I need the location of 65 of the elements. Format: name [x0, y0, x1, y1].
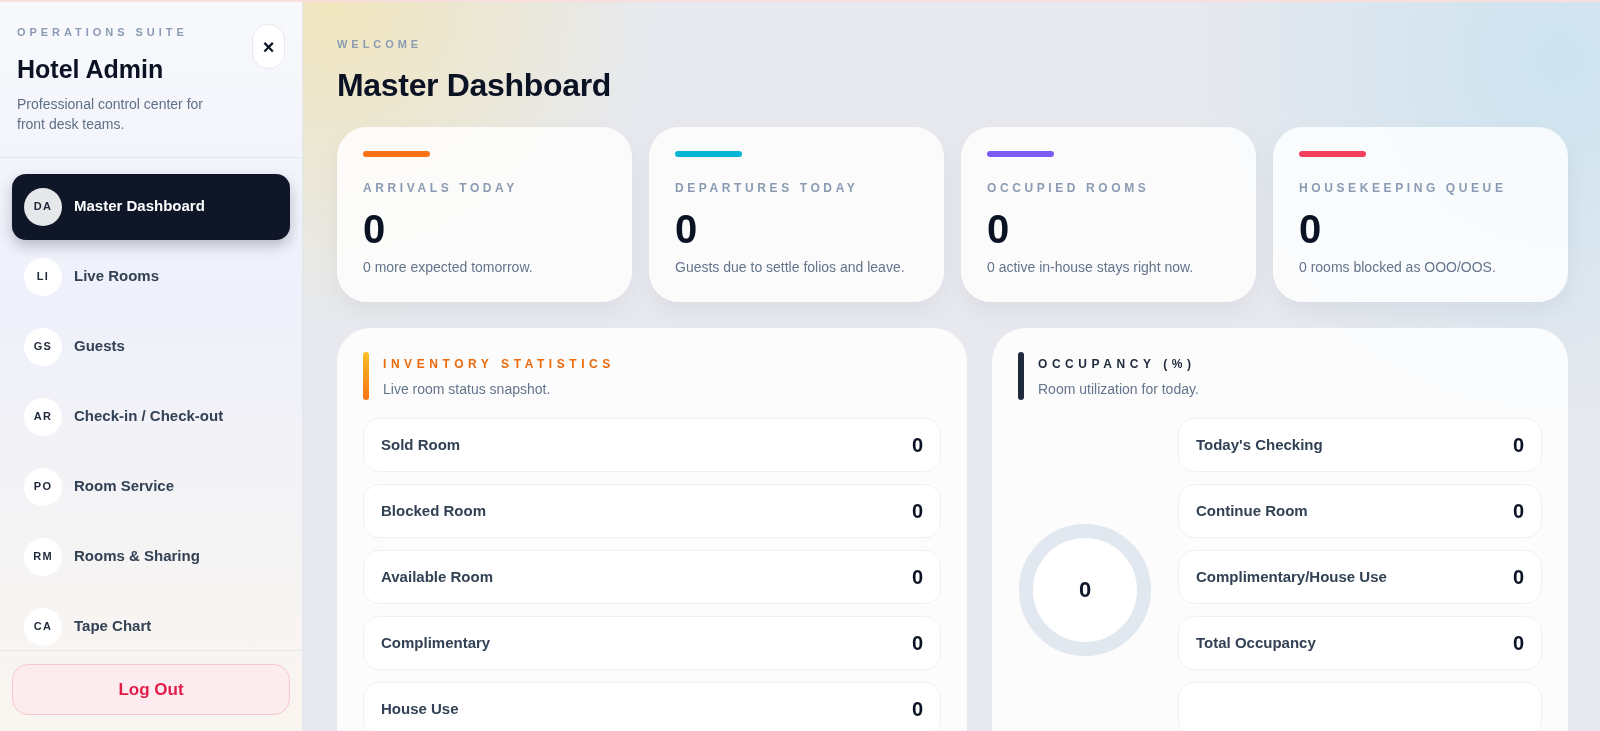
row-label: Continue Room: [1196, 501, 1308, 520]
row-value: 0: [1512, 630, 1524, 655]
row-value: 0: [911, 564, 923, 589]
initials-avatar: DA: [24, 187, 62, 226]
row-label: Blocked Room: [381, 501, 486, 520]
row-value: 0: [1512, 498, 1524, 523]
initials-avatar: AR: [24, 397, 62, 436]
initials-avatar: CA: [24, 607, 62, 646]
row-label: Complimentary: [381, 633, 491, 652]
stat-note: 0 rooms blocked as OOO/OOS.: [1299, 257, 1497, 277]
panel-subtitle: Live room status snapshot.: [383, 379, 552, 399]
initials-avatar: PO: [24, 467, 62, 506]
initials-avatar: GS: [24, 327, 62, 366]
row-value: 0: [1512, 564, 1524, 589]
panel-subtitle: Room utilization for today.: [1038, 379, 1199, 399]
row-label: Sold Room: [381, 435, 461, 454]
stat-value: 0: [987, 206, 1011, 251]
initials-avatar: RM: [24, 537, 62, 576]
nav-label: Check-in / Check-out: [74, 406, 224, 427]
row-label: Available Room: [381, 567, 493, 586]
stat-note: 0 more expected tomorrow.: [363, 257, 534, 277]
brand-title: Hotel Admin: [17, 53, 165, 85]
close-button[interactable]: ×: [252, 24, 285, 69]
row-value: 0: [911, 498, 923, 523]
stat-note: 0 active in-house stays right now.: [987, 257, 1195, 277]
page-title: Master Dashboard: [337, 65, 613, 105]
nav-label: Room Service: [74, 476, 175, 497]
row-label: Total Occupancy: [1196, 633, 1316, 652]
accent-bar: [363, 351, 369, 400]
nav-label: Master Dashboard: [74, 196, 205, 217]
stat-label: ARRIVALS TODAY: [363, 179, 519, 197]
nav-item[interactable]: DA Master Dashboard: [12, 173, 290, 240]
stat-label: OCCUPIED ROOMS: [987, 179, 1151, 197]
nav-label: Rooms & Sharing: [74, 546, 200, 567]
brand-subtitle: Professional control center for front desk teams.: [17, 95, 204, 135]
logout-button[interactable]: Log Out: [12, 664, 290, 715]
nav-label: Live Rooms: [74, 266, 160, 287]
stat-value: 0: [363, 206, 387, 251]
row-label: Today's Checking: [1196, 435, 1323, 454]
panel-title: OCCUPANCY (%): [1038, 355, 1197, 373]
welcome-label: WELCOME: [337, 37, 424, 52]
nav-item[interactable]: GS Guests: [12, 313, 290, 380]
brand-eyebrow: OPERATIONS SUITE: [17, 25, 189, 40]
accent-bar: [1018, 351, 1024, 400]
stat-note: Guests due to settle folios and leave.: [675, 257, 906, 277]
nav-item[interactable]: PO Room Service: [12, 453, 290, 520]
nav-item[interactable]: CA Tape Chart: [12, 593, 290, 650]
stat-label: HOUSEKEEPING QUEUE: [1299, 179, 1508, 197]
nav-item[interactable]: RM Rooms & Sharing: [12, 523, 290, 590]
initials-avatar: LI: [24, 257, 62, 296]
stat-label: DEPARTURES TODAY: [675, 179, 860, 197]
row-value: 0: [911, 630, 923, 655]
row-label: Complimentary/House Use: [1196, 567, 1387, 586]
panel-title: INVENTORY STATISTICS: [383, 355, 615, 373]
row-value: 0: [911, 432, 923, 457]
row-label: House Use: [381, 699, 459, 718]
nav-item[interactable]: AR Check-in / Check-out: [12, 383, 290, 450]
nav-item[interactable]: LI Live Rooms: [12, 243, 290, 310]
stat-value: 0: [1299, 206, 1323, 251]
row-value: 0: [1512, 432, 1524, 457]
nav-label: Tape Chart: [74, 616, 152, 637]
row-value: 0: [911, 696, 923, 721]
nav-label: Guests: [74, 336, 125, 357]
gauge-value: 0: [1077, 576, 1093, 604]
stat-value: 0: [675, 206, 699, 251]
